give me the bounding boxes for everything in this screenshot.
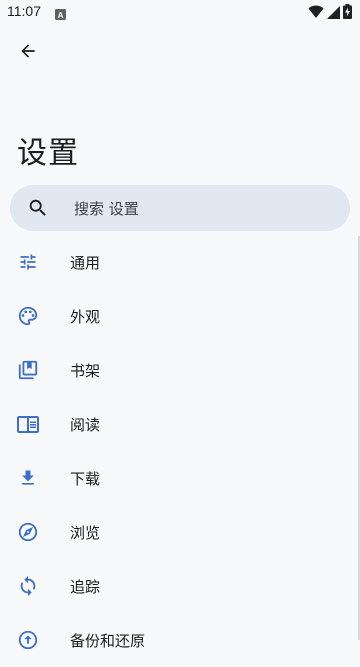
download-icon: [16, 466, 40, 490]
settings-item-label: 外观: [70, 308, 101, 326]
search-placeholder: 搜索 设置: [74, 200, 139, 218]
page-title: 设置: [17, 136, 79, 171]
svg-text:A: A: [58, 11, 64, 20]
settings-item-label: 下载: [70, 470, 101, 488]
settings-item-label: 阅读: [70, 416, 101, 434]
search-icon: [29, 199, 46, 216]
status-icons: [308, 4, 352, 23]
settings-list: 通用 外观 书架 阅读 下载 浏览 追踪 备份和还原: [0, 235, 356, 667]
backup-icon: [16, 628, 40, 652]
settings-item-general[interactable]: 通用: [0, 235, 356, 289]
settings-item-label: 书架: [70, 362, 101, 380]
settings-item-label: 通用: [70, 254, 101, 272]
settings-item-label: 备份和还原: [70, 632, 146, 650]
settings-item-reader[interactable]: 阅读: [0, 397, 356, 451]
battery-charging-icon: [343, 4, 352, 23]
compass-icon: [16, 520, 40, 544]
settings-item-appearance[interactable]: 外观: [0, 289, 356, 343]
settings-item-label: 追踪: [70, 578, 101, 596]
back-button[interactable]: [12, 35, 44, 67]
wifi-icon: [308, 4, 324, 23]
status-time: 11:07: [7, 3, 41, 19]
settings-item-backup[interactable]: 备份和还原: [0, 613, 356, 667]
book-open-icon: [16, 412, 40, 436]
settings-item-tracking[interactable]: 追踪: [0, 559, 356, 613]
settings-item-browse[interactable]: 浏览: [0, 505, 356, 559]
signal-icon: [327, 4, 340, 23]
status-bar: 11:07 A: [0, 0, 360, 24]
search-input[interactable]: 搜索 设置: [10, 185, 350, 231]
settings-item-label: 浏览: [70, 524, 101, 542]
settings-item-downloads[interactable]: 下载: [0, 451, 356, 505]
palette-icon: [16, 304, 40, 328]
sync-icon: [16, 574, 40, 598]
library-icon: [16, 358, 40, 382]
arrow-back-icon: [21, 44, 35, 58]
a-icon: A: [55, 5, 66, 24]
settings-item-library[interactable]: 书架: [0, 343, 356, 397]
tune-icon: [16, 250, 40, 274]
